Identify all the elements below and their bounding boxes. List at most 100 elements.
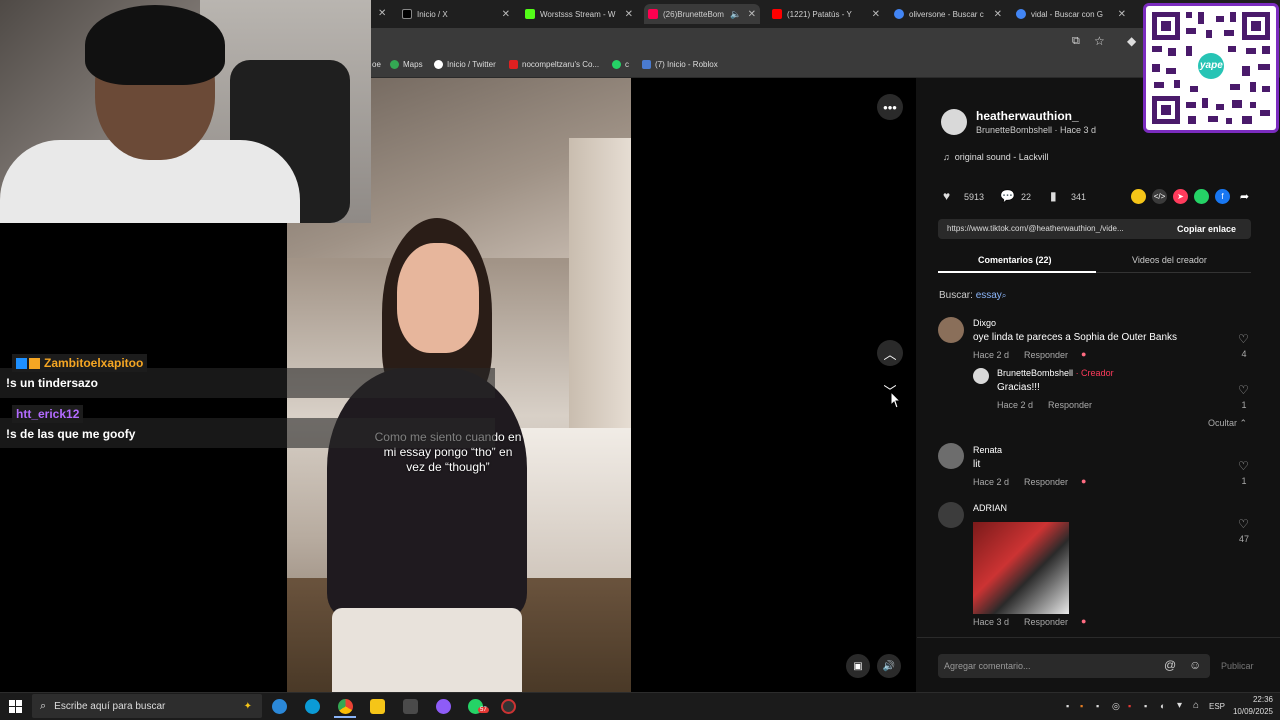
clock-date[interactable]: 10/09/2025 [1225,707,1273,716]
volume-button[interactable]: 🔊 [877,654,901,678]
windows-start-icon[interactable] [9,700,22,713]
sound-row[interactable]: ♫ original sound - Lackvill [943,152,1048,162]
save-button[interactable]: ▮ [1050,189,1057,203]
search-term: essay [975,290,1002,301]
video-link[interactable]: https://www.tiktok.com/@heatherwauthion_… [947,224,1162,233]
tab-tiktok[interactable]: (26)BrunetteBom 🔈 ✕ [644,4,760,24]
comment-count: 22 [1021,192,1032,202]
close-icon[interactable]: ✕ [502,9,510,20]
publish-button[interactable]: Publicar [1221,661,1254,671]
hide-replies-button[interactable]: Ocultar ⌃ [1208,418,1247,429]
tray-icon[interactable]: ▪ [1096,701,1099,711]
close-icon[interactable]: ✕ [378,8,386,19]
close-icon[interactable]: ✕ [625,9,633,20]
bookmark-roblox[interactable]: (7) Inicio - Roblox [642,60,718,69]
obs-icon[interactable] [501,699,516,714]
store-icon[interactable] [403,699,418,714]
commenter-avatar[interactable] [973,368,989,384]
tab-kick[interactable]: Worstsss Stream - W ✕ [525,4,633,24]
search-prefix: Buscar: [939,290,973,301]
extensions-icon[interactable]: ◆ [1127,34,1136,48]
video-scene [332,608,522,692]
close-icon[interactable]: ✕ [994,9,1002,20]
comment-image[interactable] [973,522,1069,614]
heart-outline-icon: ♡ [1238,517,1249,531]
tab-google-1[interactable]: oliversone - Buscar c ✕ [894,4,1002,24]
microphone-icon[interactable]: ▾ [1177,700,1182,711]
commenter-avatar[interactable] [938,443,964,469]
tray-icon[interactable]: ▪ [1080,701,1083,711]
comment-like-button[interactable]: ♡ [1238,383,1249,397]
reply-button[interactable]: Responder [1024,350,1068,360]
copy-link-button[interactable]: Copiar enlace [1177,224,1236,234]
bookmark-whatsapp[interactable]: c [612,60,629,69]
speaker-icon[interactable]: 🔈 [730,9,741,20]
close-icon[interactable]: ✕ [748,9,756,20]
comment-like-button[interactable]: ♡ [1238,332,1249,346]
chrome-icon[interactable] [338,699,353,714]
edge-icon[interactable] [305,699,320,714]
emoji-icon[interactable]: ☺ [1189,658,1201,672]
close-icon[interactable]: ✕ [1118,9,1126,20]
comment-user[interactable]: ADRIAN [973,503,1007,513]
clock-time[interactable]: 22:36 [1233,695,1273,704]
reply-button[interactable]: Responder [1024,477,1068,487]
facebook-icon[interactable]: f [1215,189,1230,204]
speaker-icon: 🔊 [882,660,896,672]
network-icon[interactable]: ⌂ [1193,700,1199,711]
comment-user[interactable]: BrunetteBombshell · Creador [997,368,1114,378]
tab-google-2[interactable]: vidal - Buscar con G ✕ [1016,4,1126,24]
search-icon: ⌕ [1001,291,1007,300]
tray-icon[interactable]: ◐ [1160,701,1165,711]
chevron-up-icon: ⌃ [1239,418,1248,428]
previous-video-button[interactable]: ︿ [877,340,903,366]
close-icon[interactable]: ✕ [872,9,880,20]
embed-icon[interactable]: </> [1152,189,1167,204]
chat-username-text: htt_erick12 [16,407,80,421]
tab-creator-videos[interactable]: Videos del creador [1132,255,1207,265]
reply-button[interactable]: Responder [1048,400,1092,410]
tray-icon[interactable]: ▪ [1128,701,1131,711]
commenter-avatar[interactable] [938,502,964,528]
language-indicator[interactable]: ESP [1209,702,1225,711]
discord-icon[interactable] [436,699,451,714]
bookmark-partial[interactable]: oe [372,60,381,69]
floating-player-button[interactable]: ▣ [846,654,870,678]
bookmark-label: c [625,60,629,69]
mention-icon[interactable]: @ [1164,658,1176,672]
send-icon[interactable]: ➤ [1173,189,1188,204]
comment-button[interactable]: 💬 [1000,189,1015,203]
tray-icon[interactable]: ▪ [1144,701,1147,711]
tray-icon[interactable]: ◎ [1112,701,1120,712]
file-explorer-icon[interactable] [370,699,385,714]
tab-x[interactable]: Inicio / X ✕ [402,4,510,24]
copilot-icon[interactable] [272,699,287,714]
comment-user[interactable]: Dixgo [973,318,996,328]
bookmark-twitter[interactable]: Inicio / Twitter [434,60,496,69]
more-options-button[interactable]: ••• [877,94,903,120]
bookmark-nocompel[interactable]: nocompeltzaru's Co... [509,60,599,69]
tab-comments[interactable]: Comentarios (22) [978,255,1052,265]
install-app-icon[interactable]: ⧉ [1072,35,1080,48]
chat-username-text: Zambitoelxapitoo [44,356,144,370]
coin-icon[interactable] [1131,189,1146,204]
commenter-avatar[interactable] [938,317,964,343]
comment-like-button[interactable]: ♡ [1238,517,1249,531]
comment-like-button[interactable]: ♡ [1238,459,1249,473]
star-icon[interactable]: ☆ [1094,34,1105,48]
share-arrow-icon[interactable]: ➦ [1237,189,1252,204]
comment-time: Hace 2 d [973,350,1010,360]
search-suggestion[interactable]: Buscar: essay⌕ [939,290,1006,301]
author-username[interactable]: heatherwauthion_ [976,109,1079,123]
comment-user[interactable]: Renata [973,445,1002,455]
reply-button[interactable]: Responder [1024,617,1068,627]
like-button[interactable]: ♥ [943,189,950,203]
bookmark-maps[interactable]: Maps [390,60,423,69]
tab-youtube[interactable]: (1221) Patatús - Y ✕ [772,4,880,24]
comment-user-text: BrunetteBombshell [997,368,1074,378]
tray-icon[interactable]: ▪ [1066,701,1069,711]
taskbar-search[interactable]: ⌕ Escribe aquí para buscar ✦ [32,694,262,718]
author-avatar[interactable] [941,109,967,135]
comment-input[interactable]: Agregar comentario... @ ☺ [938,654,1210,678]
whatsapp-icon[interactable] [1194,189,1209,204]
